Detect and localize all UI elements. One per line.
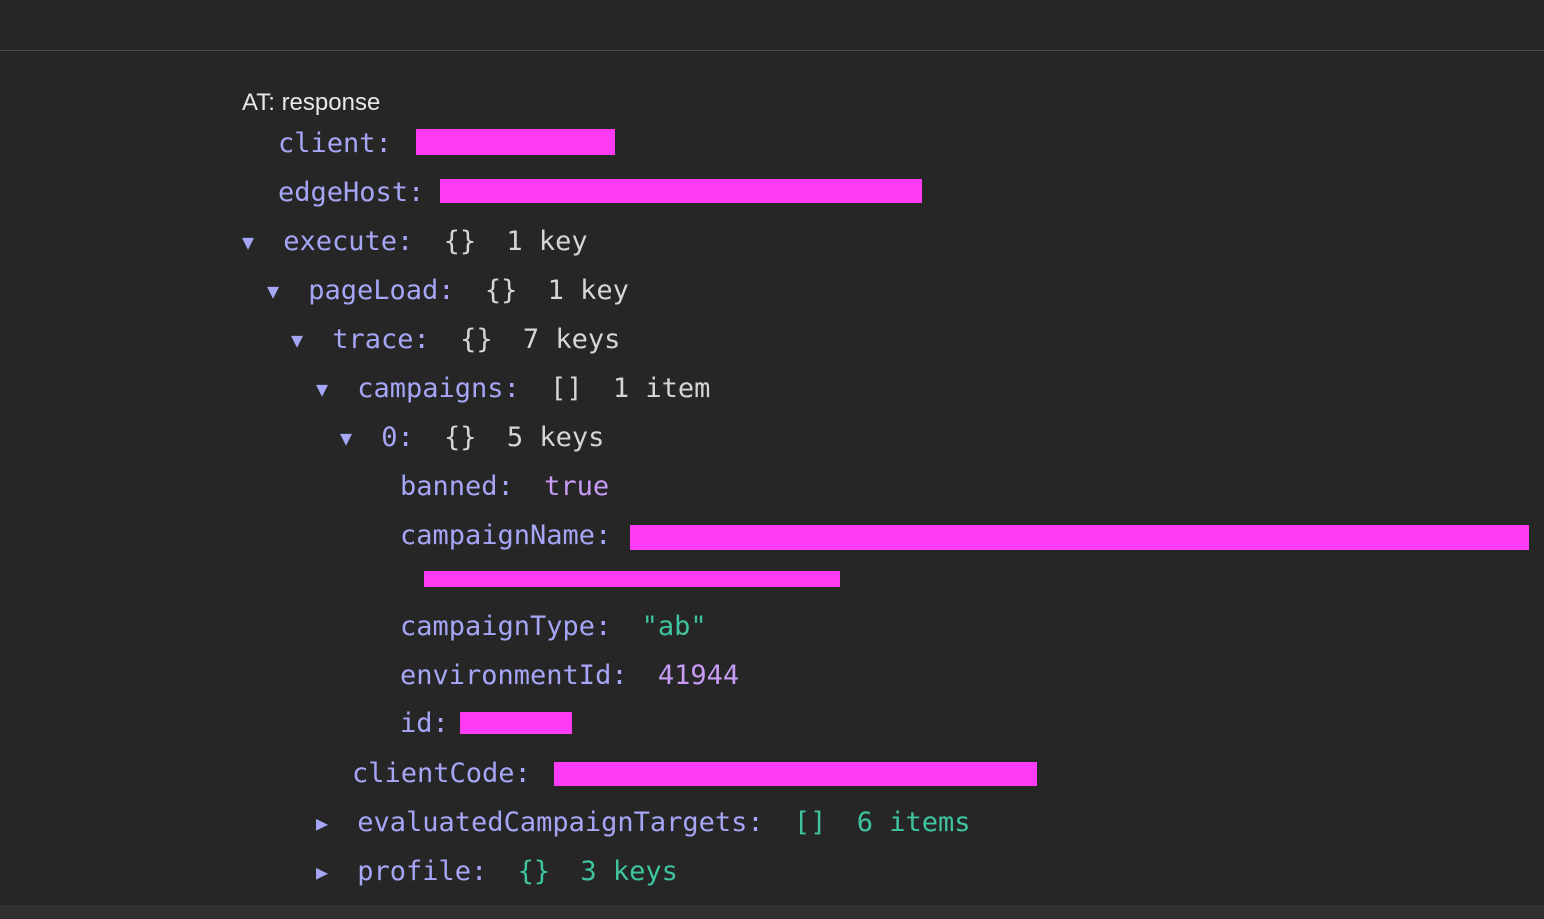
- expanded-triangle-icon[interactable]: ▼: [267, 271, 292, 311]
- key-pageload: pageLoad:: [308, 275, 455, 306]
- top-toolbar: [0, 0, 1544, 51]
- tree-row-edgehost: edgeHost:: [278, 173, 424, 213]
- object-braces: {}: [460, 324, 493, 355]
- tree-row-campaigntype: campaignType: "ab": [400, 607, 707, 647]
- key-id: id:: [400, 708, 449, 739]
- collapsed-triangle-icon[interactable]: ▶: [316, 852, 341, 892]
- redacted-value: [460, 712, 572, 734]
- tree-row-trace[interactable]: ▼ trace: {} 7 keys: [291, 320, 620, 360]
- expanded-triangle-icon[interactable]: ▼: [316, 369, 341, 409]
- value-banned: true: [544, 471, 610, 502]
- key-edgehost: edgeHost:: [278, 177, 425, 208]
- object-braces: {}: [484, 275, 518, 306]
- tree-row-item-0[interactable]: ▼ 0: {} 5 keys: [340, 418, 604, 458]
- redacted-value: [554, 762, 1037, 786]
- tree-row-banned: banned: true: [400, 467, 609, 507]
- key-execute: execute:: [283, 226, 414, 257]
- log-label: AT: response: [242, 89, 381, 116]
- array-brackets: []: [793, 807, 827, 838]
- object-braces: {}: [517, 856, 551, 887]
- tree-row-profile[interactable]: ▶ profile: {} 3 keys: [316, 852, 678, 892]
- key-campaignname: campaignName:: [400, 520, 612, 551]
- object-braces: {}: [444, 422, 477, 453]
- key-client: client:: [278, 128, 392, 159]
- key-environmentid: environmentId:: [400, 660, 628, 691]
- key-count: 3 keys: [580, 856, 678, 887]
- tree-row-campaignname: campaignName:: [400, 516, 611, 556]
- item-count: 6 items: [856, 807, 971, 838]
- key-index-0: 0:: [381, 422, 414, 453]
- key-count: 7 keys: [522, 324, 621, 355]
- key-campaigntype: campaignType:: [400, 611, 612, 642]
- item-count: 1 item: [612, 373, 711, 404]
- tree-row-clientcode: clientCode:: [352, 754, 531, 794]
- array-brackets: []: [550, 373, 583, 404]
- bottom-bar: [0, 906, 1544, 919]
- redacted-value: [416, 129, 615, 155]
- object-braces: {}: [443, 226, 477, 257]
- key-count: 5 keys: [506, 422, 605, 453]
- expanded-triangle-icon[interactable]: ▼: [291, 320, 316, 360]
- key-evaluatedcampaigntargets: evaluatedCampaignTargets:: [357, 807, 764, 838]
- tree-row-client: client:: [278, 124, 392, 164]
- tree-row-execute[interactable]: ▼ execute: {} 1 key: [242, 222, 588, 262]
- tree-row-environmentid: environmentId: 41944: [400, 656, 739, 696]
- key-count: 1 key: [506, 226, 588, 257]
- tree-row-evaluatedcampaigntargets[interactable]: ▶ evaluatedCampaignTargets: [] 6 items: [316, 803, 971, 843]
- redacted-value-continuation: [424, 571, 840, 587]
- tree-row-id: id:: [400, 704, 449, 744]
- redacted-value: [630, 525, 1529, 550]
- expanded-triangle-icon[interactable]: ▼: [340, 418, 365, 458]
- key-campaigns: campaigns:: [357, 373, 520, 404]
- tree-row-pageload[interactable]: ▼ pageLoad: {} 1 key: [267, 271, 629, 311]
- redacted-value: [440, 179, 922, 203]
- key-count: 1 key: [547, 275, 629, 306]
- key-trace: trace:: [332, 324, 430, 355]
- tree-row-campaigns[interactable]: ▼ campaigns: [] 1 item: [316, 369, 710, 409]
- value-campaigntype: "ab": [641, 611, 707, 642]
- expanded-triangle-icon[interactable]: ▼: [242, 222, 267, 262]
- collapsed-triangle-icon[interactable]: ▶: [316, 803, 341, 843]
- key-banned: banned:: [400, 471, 514, 502]
- key-profile: profile:: [357, 856, 488, 887]
- key-clientcode: clientCode:: [352, 758, 531, 789]
- value-environmentid: 41944: [657, 660, 740, 691]
